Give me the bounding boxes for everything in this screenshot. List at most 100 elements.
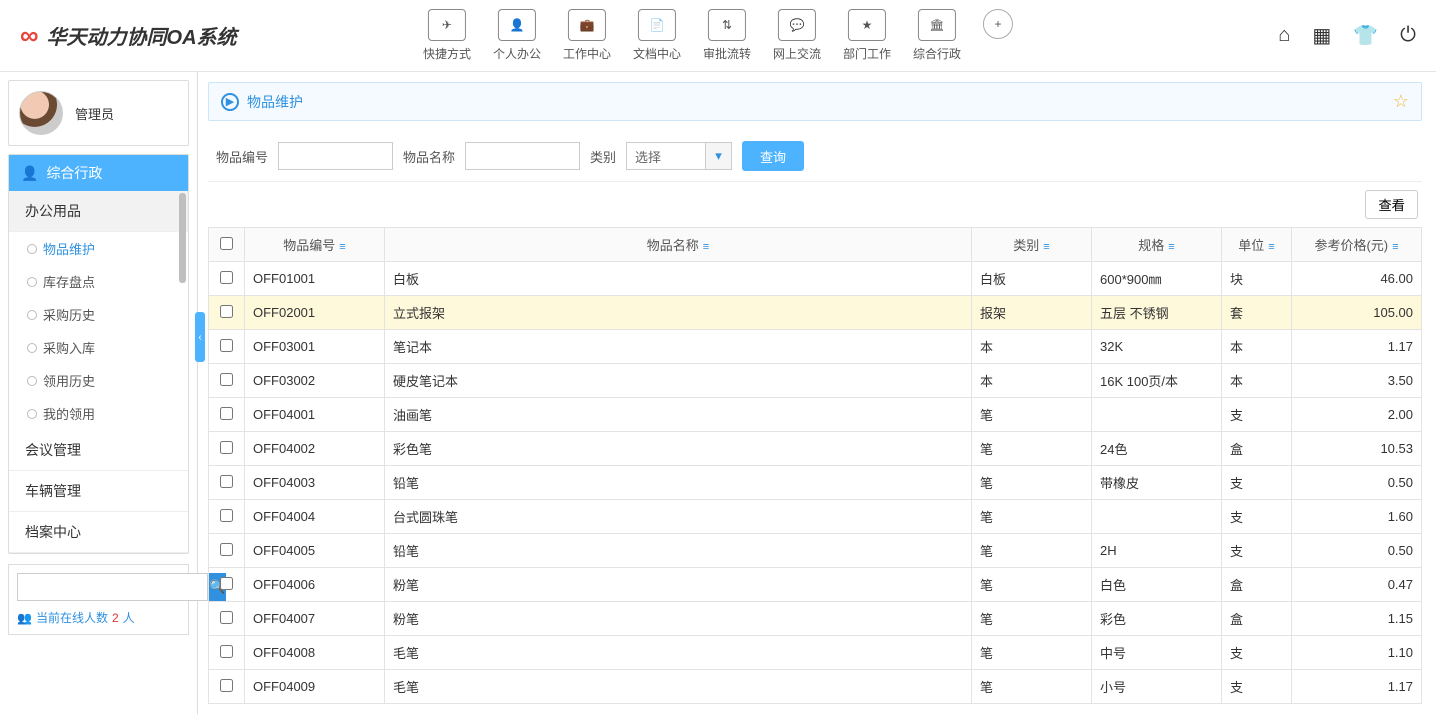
table-header-row: 物品编号≡ 物品名称≡ 类别≡ 规格≡ 单位≡ 参考价格(元)≡	[209, 228, 1422, 262]
cell-spec	[1092, 500, 1222, 534]
side-leaf[interactable]: 我的领用	[9, 397, 188, 430]
row-checkbox[interactable]	[220, 543, 233, 556]
cell-cat: 笔	[972, 398, 1092, 432]
cell-name: 毛笔	[385, 636, 972, 670]
table-row[interactable]: OFF04005铅笔笔2H支0.50	[209, 534, 1422, 568]
online-label: 当前在线人数	[36, 609, 108, 626]
topnav-dept[interactable]: ★ 部门工作	[843, 9, 891, 62]
dept-icon: ★	[848, 9, 886, 41]
topnav-send[interactable]: ✈快捷方式	[423, 9, 471, 62]
topnav-chat[interactable]: 💬网上交流	[773, 9, 821, 62]
table-row[interactable]: OFF04003铅笔笔带橡皮支0.50	[209, 466, 1422, 500]
row-checkbox[interactable]	[220, 441, 233, 454]
table-row[interactable]: OFF02001立式报架报架五层 不锈钢套105.00	[209, 296, 1422, 330]
cell-unit: 支	[1222, 670, 1292, 704]
topnav-building[interactable]: 🏛综合行政	[913, 9, 961, 62]
topnav-user[interactable]: 👤个人办公	[493, 9, 541, 62]
header-unit[interactable]: 单位≡	[1222, 228, 1292, 262]
row-checkbox[interactable]	[220, 577, 233, 590]
filter-bar: 物品编号 物品名称 类别 选择 ▾ 查询	[208, 131, 1422, 182]
side-leaf[interactable]: 领用历史	[9, 364, 188, 397]
header-price[interactable]: 参考价格(元)≡	[1292, 228, 1422, 262]
side-leaf[interactable]: 物品维护	[9, 232, 188, 265]
cell-code: OFF01001	[245, 262, 385, 296]
side-group[interactable]: 办公用品	[9, 191, 188, 232]
cell-name: 毛笔	[385, 670, 972, 704]
header-spec[interactable]: 规格≡	[1092, 228, 1222, 262]
power-icon[interactable]: ⏻	[1400, 24, 1416, 47]
table-row[interactable]: OFF04001油画笔笔支2.00	[209, 398, 1422, 432]
user-icon: 👤	[498, 9, 536, 41]
topnav-arrows[interactable]: ⇅审批流转	[703, 9, 751, 62]
side-group[interactable]: 会议管理	[9, 430, 188, 471]
toolbar: 查看	[208, 182, 1422, 227]
page-title: 物品维护	[247, 92, 303, 112]
side-leaf[interactable]: 采购历史	[9, 298, 188, 331]
header-cat[interactable]: 类别≡	[972, 228, 1092, 262]
table-row[interactable]: OFF04002彩色笔笔24色盒10.53	[209, 432, 1422, 466]
table-row[interactable]: OFF04007粉笔笔彩色盒1.15	[209, 602, 1422, 636]
cell-price: 105.00	[1292, 296, 1422, 330]
table-row[interactable]: OFF04004台式圆珠笔笔支1.60	[209, 500, 1422, 534]
row-checkbox[interactable]	[220, 645, 233, 658]
sidebar-header: 👤 综合行政	[9, 155, 188, 191]
apps-icon[interactable]: ▦	[1312, 23, 1331, 48]
row-checkbox[interactable]	[220, 611, 233, 624]
row-checkbox[interactable]	[220, 509, 233, 522]
select-value: 选择	[626, 142, 706, 170]
topnav-label: 部门工作	[843, 45, 891, 62]
table-row[interactable]: OFF04008毛笔笔中号支1.10	[209, 636, 1422, 670]
select-all-checkbox[interactable]	[220, 237, 233, 250]
app-title: 华天动力协同OA系统	[47, 21, 237, 50]
cell-cat: 笔	[972, 432, 1092, 466]
row-checkbox[interactable]	[220, 373, 233, 386]
cell-cat: 笔	[972, 500, 1092, 534]
topnav-add[interactable]: +	[983, 9, 1013, 62]
side-group[interactable]: 车辆管理	[9, 471, 188, 512]
sidebar-search-input[interactable]	[17, 573, 208, 601]
side-group[interactable]: 档案中心	[9, 512, 188, 553]
row-checkbox[interactable]	[220, 339, 233, 352]
cell-code: OFF04004	[245, 500, 385, 534]
side-leaf[interactable]: 库存盘点	[9, 265, 188, 298]
cell-spec	[1092, 398, 1222, 432]
view-button[interactable]: 查看	[1365, 190, 1418, 219]
cell-name: 笔记本	[385, 330, 972, 364]
topnav-doc[interactable]: 📄文档中心	[633, 9, 681, 62]
cell-price: 1.60	[1292, 500, 1422, 534]
table-row[interactable]: OFF03001笔记本本32K本1.17	[209, 330, 1422, 364]
header-code[interactable]: 物品编号≡	[245, 228, 385, 262]
row-checkbox[interactable]	[220, 679, 233, 692]
sidebar-search: 🔍 👥 当前在线人数 2 人	[8, 564, 189, 635]
chevron-down-icon[interactable]: ▾	[706, 142, 732, 170]
table-row[interactable]: OFF04009毛笔笔小号支1.17	[209, 670, 1422, 704]
theme-icon[interactable]: 👕	[1353, 23, 1378, 48]
cell-unit: 本	[1222, 364, 1292, 398]
row-checkbox[interactable]	[220, 305, 233, 318]
filter-name-input[interactable]	[465, 142, 580, 170]
header-name[interactable]: 物品名称≡	[385, 228, 972, 262]
table-row[interactable]: OFF04006粉笔笔白色盒0.47	[209, 568, 1422, 602]
favorite-icon[interactable]: ☆	[1393, 91, 1409, 112]
cell-code: OFF02001	[245, 296, 385, 330]
user-card: 管理员	[8, 80, 189, 146]
home-icon[interactable]: ⌂	[1278, 24, 1290, 47]
cell-spec: 带橡皮	[1092, 466, 1222, 500]
avatar	[19, 91, 63, 135]
cell-name: 台式圆珠笔	[385, 500, 972, 534]
filter-code-input[interactable]	[278, 142, 393, 170]
table-row[interactable]: OFF01001白板白板600*900㎜块46.00	[209, 262, 1422, 296]
cell-code: OFF03002	[245, 364, 385, 398]
table-row[interactable]: OFF03002硬皮笔记本本16K 100页/本本3.50	[209, 364, 1422, 398]
row-checkbox[interactable]	[220, 475, 233, 488]
row-checkbox[interactable]	[220, 271, 233, 284]
topnav-briefcase[interactable]: 💼工作中心	[563, 9, 611, 62]
query-button[interactable]: 查询	[742, 141, 804, 171]
cell-name: 粉笔	[385, 568, 972, 602]
briefcase-icon: 💼	[568, 9, 606, 41]
cell-code: OFF04007	[245, 602, 385, 636]
cell-name: 硬皮笔记本	[385, 364, 972, 398]
side-leaf[interactable]: 采购入库	[9, 331, 188, 364]
row-checkbox[interactable]	[220, 407, 233, 420]
filter-cat-select[interactable]: 选择 ▾	[626, 142, 732, 170]
